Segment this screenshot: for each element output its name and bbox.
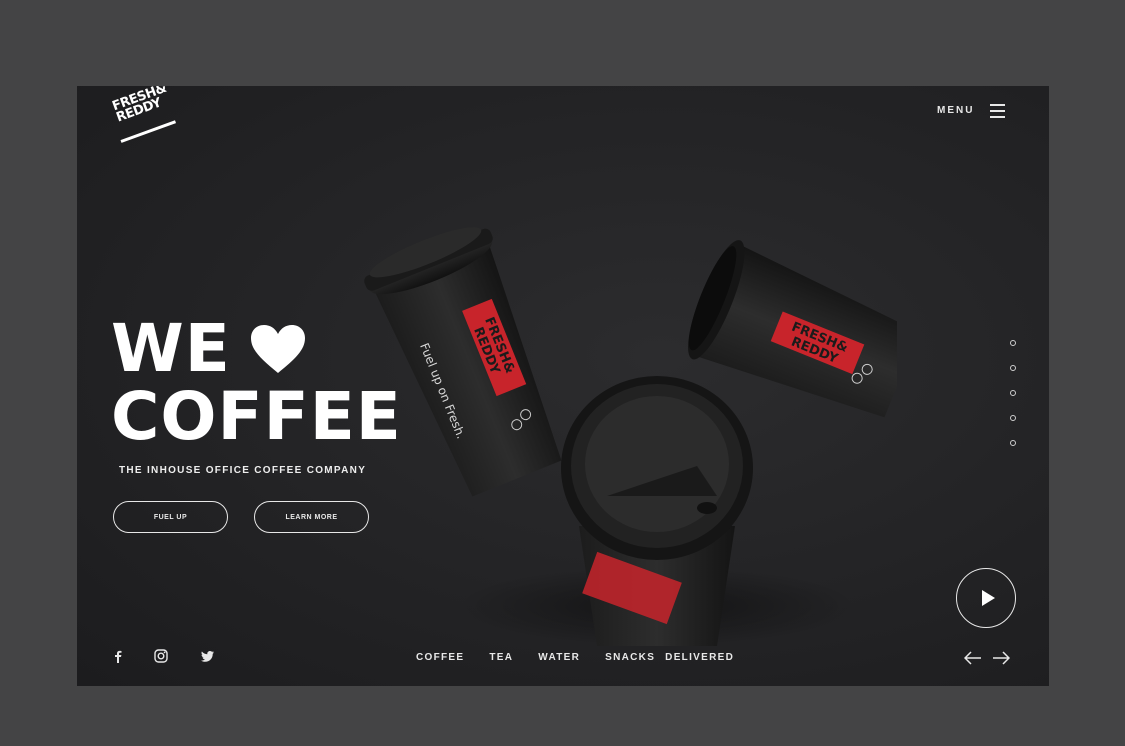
slide-arrows [964,651,1010,665]
slide-pagination [1010,340,1016,446]
hamburger-icon [990,104,1006,118]
nav-snacks[interactable]: SNACKS [605,652,655,663]
logo-underline [120,120,177,143]
pagination-dot[interactable] [1010,390,1016,396]
facebook-icon[interactable] [111,649,125,663]
menu-label: MENU [937,105,975,116]
nav-coffee[interactable]: COFFEE [416,652,464,663]
hero-panel: FRESH& REDDY MENU FRESH& REDDY Fuel up o… [77,86,1049,686]
headline-word-coffee: COFFEE [111,378,402,455]
social-links [111,649,214,663]
nav-tea[interactable]: TEA [489,652,513,663]
pagination-dot[interactable] [1010,365,1016,371]
hero-headline: WE COFFEE [111,314,402,450]
fuel-up-button[interactable]: FUEL UP [113,501,228,533]
learn-more-button[interactable]: LEARN MORE [254,501,369,533]
headline-word-we: WE [111,310,231,387]
logo-text: FRESH& REDDY [110,86,169,126]
pagination-dot[interactable] [1010,340,1016,346]
play-icon [981,590,995,606]
play-video-button[interactable] [956,568,1016,628]
arrow-left-icon[interactable] [964,651,982,665]
nav-delivered[interactable]: DELIVERED [665,652,734,663]
heart-icon [250,325,305,373]
pagination-dot[interactable] [1010,440,1016,446]
hero-tagline: THE INHOUSE OFFICE COFFEE COMPANY [119,465,367,476]
instagram-icon[interactable] [154,649,168,663]
pagination-dot[interactable] [1010,415,1016,421]
category-nav: COFFEE TEA WATER SNACKS DELIVERED [416,652,734,663]
brand-logo[interactable]: FRESH& REDDY [110,86,177,146]
arrow-right-icon[interactable] [992,651,1010,665]
twitter-icon[interactable] [200,649,214,663]
menu-toggle[interactable]: MENU [937,104,1006,118]
nav-water[interactable]: WATER [538,652,580,663]
